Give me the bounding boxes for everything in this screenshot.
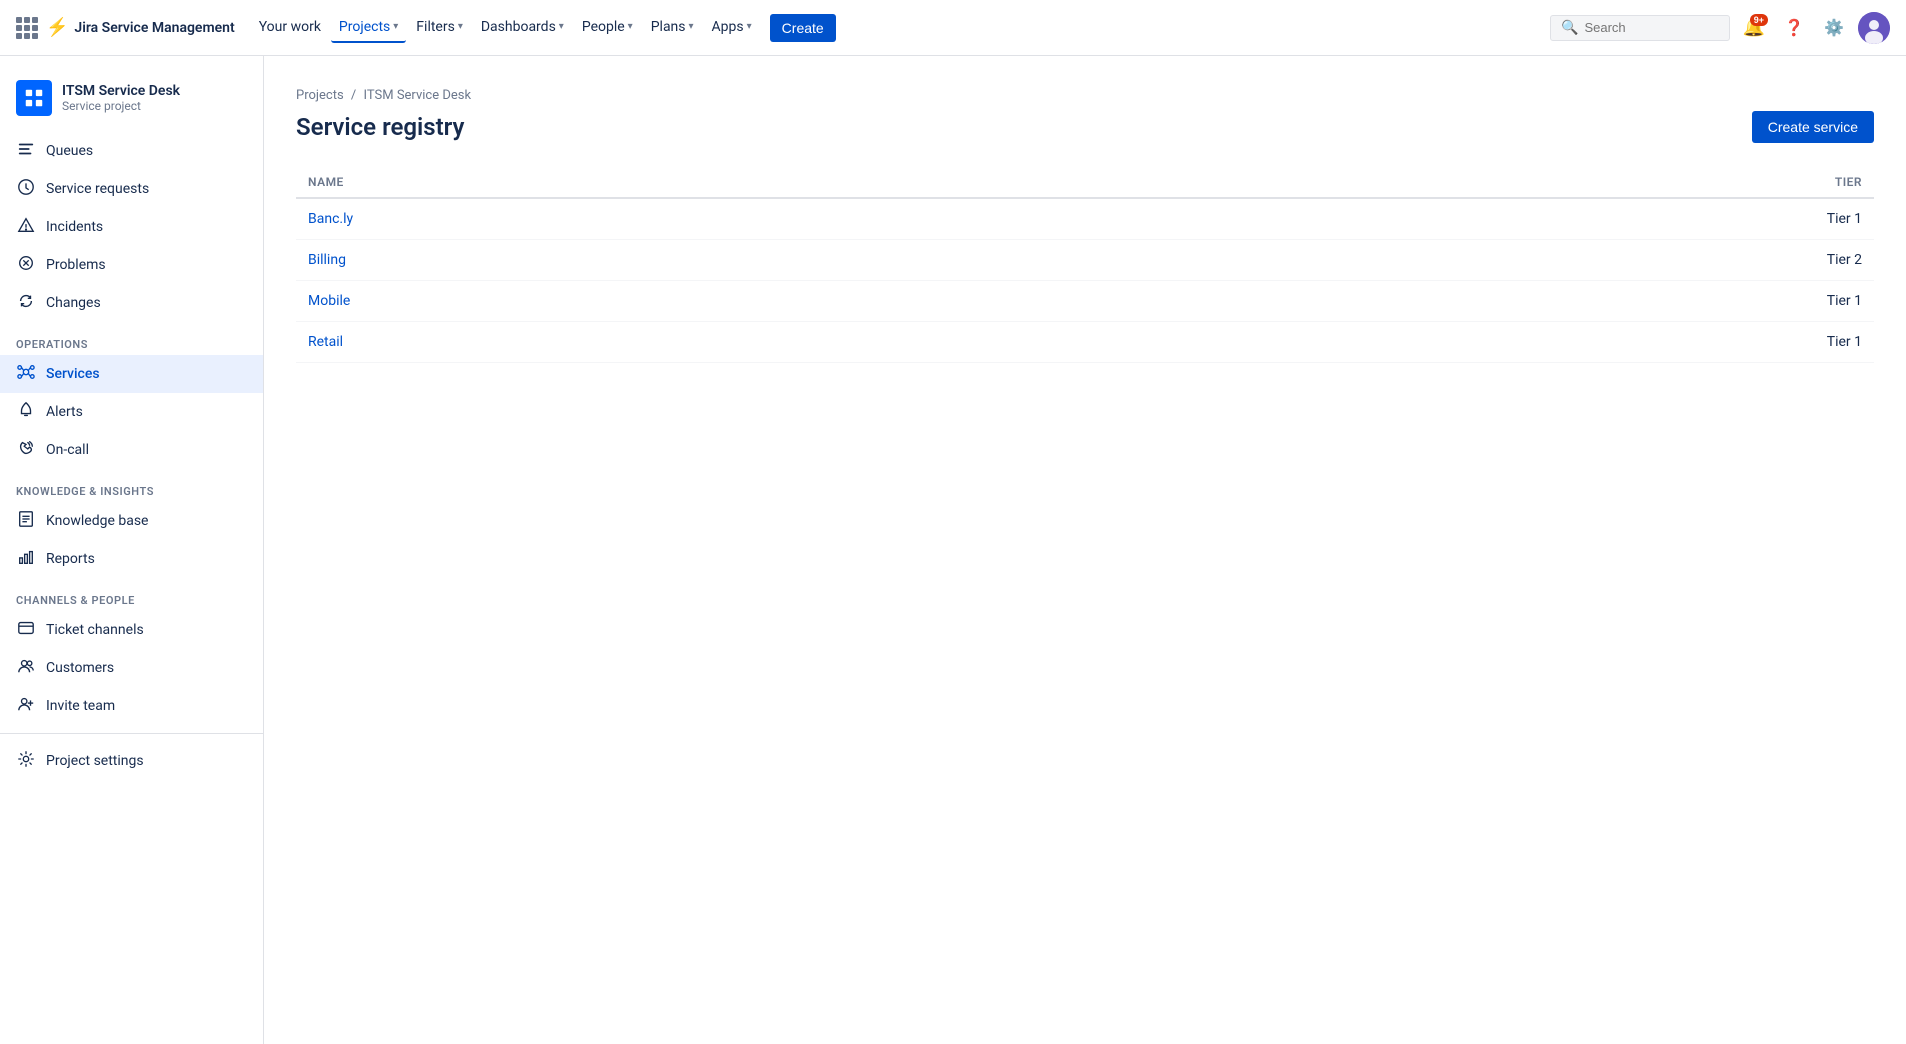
service-link[interactable]: Billing (308, 252, 346, 268)
notification-badge: 9+ (1750, 14, 1768, 26)
invite-team-icon (16, 695, 36, 717)
table-row: Retail Tier 1 (296, 322, 1874, 363)
table-row: Mobile Tier 1 (296, 281, 1874, 322)
section-label-knowledge: Knowledge & Insights (0, 469, 263, 502)
main-content: Projects / ITSM Service Desk Service reg… (264, 56, 1906, 1044)
customers-icon (16, 657, 36, 679)
user-avatar[interactable] (1858, 12, 1890, 44)
service-tier-cell: Tier 1 (1145, 198, 1874, 240)
breadcrumb-projects[interactable]: Projects (296, 88, 344, 103)
help-button[interactable]: ❓ (1778, 12, 1810, 44)
table-row: Banc.ly Tier 1 (296, 198, 1874, 240)
chevron-down-icon: ▾ (628, 21, 633, 32)
alerts-icon (16, 401, 36, 423)
nav-your-work[interactable]: Your work (251, 13, 329, 43)
topnav-right: 🔍 🔔 9+ ❓ ⚙️ (1550, 12, 1890, 44)
grid-icon (16, 17, 38, 39)
nav-dashboards[interactable]: Dashboards ▾ (473, 13, 572, 43)
services-icon (16, 363, 36, 385)
project-icon (16, 80, 52, 116)
chevron-down-icon: ▾ (393, 21, 398, 32)
sidebar-item-on-call[interactable]: On-call (0, 431, 263, 469)
sidebar-item-customers[interactable]: Customers (0, 649, 263, 687)
breadcrumb-sep: / (351, 88, 356, 103)
col-name: Name (296, 167, 1145, 198)
sidebar-item-alerts[interactable]: Alerts (0, 393, 263, 431)
sidebar-item-problems[interactable]: Problems (0, 246, 263, 284)
service-link[interactable]: Mobile (308, 293, 350, 309)
chevron-down-icon: ▾ (689, 21, 694, 32)
service-name-cell: Retail (296, 322, 1145, 363)
sidebar-item-changes[interactable]: Changes (0, 284, 263, 322)
service-requests-icon (16, 178, 36, 200)
sidebar-item-services[interactable]: Services (0, 355, 263, 393)
create-service-button[interactable]: Create service (1752, 111, 1874, 143)
breadcrumb-project-name[interactable]: ITSM Service Desk (364, 88, 472, 103)
sidebar-item-project-settings[interactable]: Project settings (0, 742, 263, 780)
service-name-cell: Billing (296, 240, 1145, 281)
layout: ITSM Service Desk Service project Queues… (0, 56, 1906, 1044)
sidebar-item-invite-team[interactable]: Invite team (0, 687, 263, 725)
search-box[interactable]: 🔍 (1550, 15, 1730, 41)
search-icon: 🔍 (1561, 20, 1578, 36)
nav-people[interactable]: People ▾ (574, 13, 641, 43)
section-label-channels: Channels & People (0, 578, 263, 611)
service-table: Name Tier Banc.ly Tier 1 Billing Tier 2 … (296, 167, 1874, 363)
service-name-cell: Banc.ly (296, 198, 1145, 240)
sidebar-item-ticket-channels[interactable]: Ticket channels (0, 611, 263, 649)
avatar-image (1858, 12, 1890, 44)
nav-apps[interactable]: Apps ▾ (704, 13, 760, 43)
app-logo[interactable]: ⚡ Jira Service Management (16, 17, 235, 39)
service-link[interactable]: Banc.ly (308, 211, 353, 227)
search-input[interactable] (1584, 20, 1719, 35)
project-logo-icon (23, 87, 45, 109)
create-button[interactable]: Create (770, 14, 836, 42)
sidebar-divider (0, 733, 263, 734)
project-settings-icon (16, 750, 36, 772)
page-title: Service registry (296, 113, 464, 141)
table-header-row: Name Tier (296, 167, 1874, 198)
chevron-down-icon: ▾ (747, 21, 752, 32)
col-tier: Tier (1145, 167, 1874, 198)
chevron-down-icon: ▾ (559, 21, 564, 32)
nav-plans[interactable]: Plans ▾ (643, 13, 702, 43)
section-label-operations: Operations (0, 322, 263, 355)
topnav-links: Your work Projects ▾ Filters ▾ Dashboard… (251, 13, 1542, 43)
service-tier-cell: Tier 2 (1145, 240, 1874, 281)
incidents-icon (16, 216, 36, 238)
lightning-icon: ⚡ (46, 17, 68, 38)
nav-projects[interactable]: Projects ▾ (331, 13, 406, 43)
queues-icon (16, 140, 36, 162)
sidebar-item-incidents[interactable]: Incidents (0, 208, 263, 246)
sidebar-item-knowledge-base[interactable]: Knowledge base (0, 502, 263, 540)
ticket-channels-icon (16, 619, 36, 641)
knowledge-base-icon (16, 510, 36, 532)
project-info: ITSM Service Desk Service project (62, 83, 180, 113)
table-row: Billing Tier 2 (296, 240, 1874, 281)
service-name-cell: Mobile (296, 281, 1145, 322)
notifications-button[interactable]: 🔔 9+ (1738, 12, 1770, 44)
sidebar-project[interactable]: ITSM Service Desk Service project (0, 72, 263, 132)
reports-icon (16, 548, 36, 570)
sidebar: ITSM Service Desk Service project Queues… (0, 56, 264, 1044)
chevron-down-icon: ▾ (458, 21, 463, 32)
nav-filters[interactable]: Filters ▾ (408, 13, 471, 43)
project-name: ITSM Service Desk (62, 83, 180, 99)
table-body: Banc.ly Tier 1 Billing Tier 2 Mobile Tie… (296, 198, 1874, 363)
settings-button[interactable]: ⚙️ (1818, 12, 1850, 44)
service-tier-cell: Tier 1 (1145, 322, 1874, 363)
breadcrumb: Projects / ITSM Service Desk (296, 88, 1874, 103)
changes-icon (16, 292, 36, 314)
topnav: ⚡ Jira Service Management Your work Proj… (0, 0, 1906, 56)
service-link[interactable]: Retail (308, 334, 343, 350)
oncall-icon (16, 439, 36, 461)
sidebar-item-reports[interactable]: Reports (0, 540, 263, 578)
brand-name: ⚡ Jira Service Management (46, 17, 235, 38)
problems-icon (16, 254, 36, 276)
page-header: Service registry Create service (296, 111, 1874, 143)
sidebar-item-service-requests[interactable]: Service requests (0, 170, 263, 208)
project-type: Service project (62, 99, 180, 113)
service-tier-cell: Tier 1 (1145, 281, 1874, 322)
sidebar-item-queues[interactable]: Queues (0, 132, 263, 170)
